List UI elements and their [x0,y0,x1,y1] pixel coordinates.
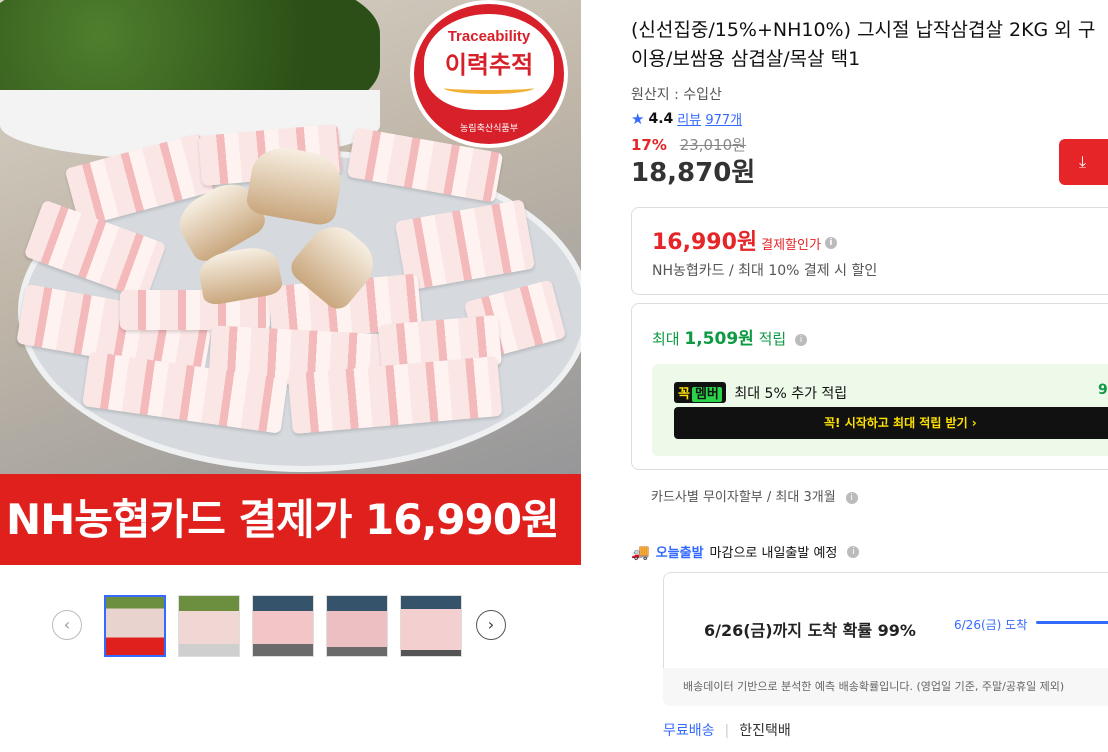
thumbnail-4[interactable] [326,595,388,657]
coupon-download-button[interactable]: ⤓ [1059,139,1108,185]
membership-cta-button[interactable]: 꼭! 시작하고 최대 적립 받기 › [674,407,1108,439]
sale-price: 18,870원 [631,158,756,188]
card-discount-box: 16,990원 결제할인가 i NH농협카드 / 최대 10% 결제 시 할인 [631,207,1108,295]
truck-icon: 🚚 [631,542,650,561]
membership-tag: 꼭 멤버 [674,382,726,403]
membership-text: 최대 5% 추가 적립 [734,386,848,402]
thumbnail-image [253,596,313,656]
chevron-left-icon: ‹ [63,615,71,634]
review-link[interactable]: 리뷰 977개 [677,109,742,128]
thumbnail-image [179,596,239,656]
info-icon[interactable]: i [794,333,807,346]
thumbnail-image [106,597,164,655]
card-price-value: 16,990원 [652,230,758,255]
card-price: 16,990원 결제할인가 i [652,224,837,256]
points-header: 최대 1,509원 적립 i [652,324,807,349]
product-main-image: Traceability 이력추적 농림축산식품부 NH농협카드 결제가 16,… [0,0,581,565]
thumbnail-prev-button[interactable]: ‹ [52,610,82,640]
membership-row: 꼭 멤버 최대 5% 추가 적립 [674,382,847,403]
rating-score: 4.4 [648,110,674,127]
thumbnail-image [401,596,461,656]
installment-text: 카드사별 무이자할부 / 최대 3개월 [651,490,836,505]
thumbnail-1[interactable] [104,595,166,657]
membership-partial-value: 9 [1098,382,1108,398]
free-shipping: 무료배송 [663,723,715,739]
points-box: 최대 1,509원 적립 i 꼭 멤버 최대 5% 추가 적립 9 꼭! 시작하고… [631,303,1108,470]
info-icon[interactable]: i [847,545,860,558]
product-info-panel: (신선집중/15%+NH10%) 그시절 납작삼겹살 2KG 외 구이용/보쌈용… [631,0,1108,752]
traceability-badge: Traceability 이력추적 농림축산식품부 [410,0,568,148]
review-label: 리뷰 [677,113,702,128]
star-icon: ★ [631,109,645,128]
thumbnail-next-button[interactable]: › [476,610,506,640]
delivery-timeline-bar [1036,621,1108,624]
shipping-brand: 오늘출발 [655,546,704,561]
thumbnail-3[interactable] [252,595,314,657]
shipping-row: 🚚 오늘출발 마감으로 내일출발 예정 i [631,542,860,561]
delivery-date-label: 6/26(금) 도착 [954,618,1028,632]
membership-tag-text2: 멤버 [691,387,722,402]
thumbnail-2[interactable] [178,595,240,657]
product-origin: 원산지 : 수입산 [631,87,722,103]
thumbnail-5[interactable] [400,595,462,657]
card-price-label: 결제할인가 [761,238,821,253]
divider: | [724,723,730,739]
delivery-probability: 6/26(금)까지 도착 확률 99% [704,621,916,640]
membership-panel: 꼭 멤버 최대 5% 추가 적립 9 꼭! 시작하고 최대 적립 받기 › [652,364,1108,456]
info-icon[interactable]: i [845,491,858,504]
points-amount: 1,509원 [684,329,754,349]
thumbnail-strip: ‹ › [52,594,512,658]
card-discount-desc: NH농협카드 / 최대 10% 결제 시 할인 [652,263,878,279]
delivery-note: 배송데이터 기반으로 분석한 예측 배송확률입니다. (영업일 기준, 주말/공… [663,668,1108,706]
badge-en-text: Traceability [447,28,531,45]
membership-tag-text: 꼭 [678,387,690,402]
chevron-right-icon: › [487,615,495,634]
product-title: (신선집중/15%+NH10%) 그시절 납작삼겹살 2KG 외 구이용/보쌈용… [631,19,1096,70]
info-icon[interactable]: i [824,237,837,249]
badge-issuer: 농림축산식품부 [460,124,518,134]
thumbnail-image [327,596,387,656]
download-icon: ⤓ [1079,152,1087,171]
points-suffix: 적립 [758,330,787,348]
points-prefix: 최대 [652,330,680,348]
courier-name: 한진택배 [739,723,791,739]
product-rating: ★ 4.4 리뷰 977개 [631,109,742,129]
card-price-banner: NH농협카드 결제가 16,990원 [0,474,581,565]
review-count: 977개 [705,113,743,128]
shipping-method: 무료배송 | 한진택배 [663,720,791,740]
badge-ko-text: 이력추적 [444,51,534,79]
badge-swoosh [444,82,534,94]
shipping-text: 마감으로 내일출발 예정 [709,546,838,561]
installment-info: 카드사별 무이자할부 / 최대 3개월 i [651,486,858,505]
